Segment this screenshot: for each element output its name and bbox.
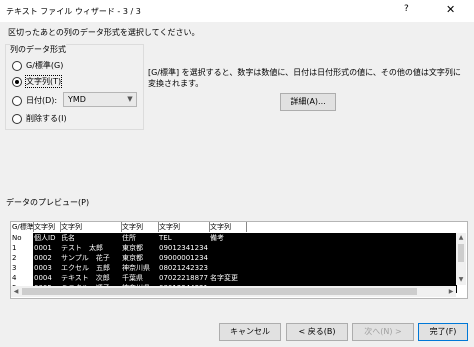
data-preview[interactable]: G/標準 文字列 文字列 文字列 文字列 文字列 No 個人ID 氏名 住所 T… <box>10 221 468 299</box>
title-bar: テキスト ファイル ウィザード - 3 / 3 ? ✕ <box>0 0 474 22</box>
close-button[interactable]: ✕ <box>446 3 455 16</box>
window-title: テキスト ファイル ウィザード - 3 / 3 <box>6 7 141 16</box>
table-cell <box>209 263 270 273</box>
table-cell: TEL <box>158 233 209 243</box>
date-format-select[interactable]: YMD ▼ <box>63 92 137 107</box>
column-header[interactable]: 文字列 <box>209 222 247 232</box>
table-cell: テスト 太郎 <box>60 243 121 253</box>
table-cell <box>209 243 270 253</box>
table-row: 2 0002 サンプル 花子 東京都 09000001234 <box>11 253 457 263</box>
column-header[interactable]: G/標準 <box>11 222 34 232</box>
column-header[interactable]: 文字列 <box>33 222 61 232</box>
scroll-right-icon[interactable]: ▶ <box>446 286 456 297</box>
table-cell: 09000001234 <box>158 253 209 263</box>
column-format-label: 列のデータ形式 <box>10 44 66 55</box>
preview-horizontal-scrollbar[interactable]: ◀ ▶ <box>11 286 456 297</box>
table-row: 3 0003 エクセル 五郎 神奈川県 08021242323 <box>11 263 457 273</box>
date-format-value: YMD <box>68 95 86 104</box>
table-cell: 2 <box>12 254 17 262</box>
vertical-scroll-thumb[interactable] <box>458 244 464 262</box>
preview-label: データのプレビュー(P) <box>6 198 90 207</box>
radio-general-label: G/標準(G) <box>26 61 64 70</box>
column-header[interactable]: 文字列 <box>121 222 159 232</box>
radio-date-indicator[interactable] <box>12 96 22 106</box>
finish-button[interactable]: 完了(F) <box>418 323 468 341</box>
preview-vertical-scrollbar[interactable]: ▲ ▼ <box>456 233 466 285</box>
scroll-up-icon[interactable]: ▲ <box>456 233 466 243</box>
chevron-down-icon[interactable]: ▼ <box>124 93 136 106</box>
table-cell: テキスト 次郎 <box>60 273 121 283</box>
scroll-left-icon[interactable]: ◀ <box>11 286 21 297</box>
table-cell: 氏名 <box>60 233 121 243</box>
column-header[interactable]: 文字列 <box>60 222 122 232</box>
table-cell: 4 <box>12 274 17 282</box>
table-cell: 個人ID <box>33 233 60 243</box>
table-cell: 3 <box>12 264 17 272</box>
table-row: 1 0001 テスト 太郎 東京都 09012341234 <box>11 243 457 253</box>
radio-text-indicator[interactable] <box>12 77 22 87</box>
table-cell: 0001 <box>33 243 60 253</box>
column-format-group: 列のデータ形式 G/標準(G) 文字列(T) 日付(D): 削除する(I) <box>5 44 144 130</box>
table-cell: 0002 <box>33 253 60 263</box>
radio-skip-indicator[interactable] <box>12 114 22 124</box>
scroll-down-icon[interactable]: ▼ <box>456 275 466 285</box>
table-row: 4 0004 テキスト 次郎 千葉県 07022218877 名字変更 <box>11 273 457 283</box>
table-cell: 東京都 <box>121 253 158 263</box>
table-cell: 0003 <box>33 263 60 273</box>
table-cell: 東京都 <box>121 243 158 253</box>
format-description: [G/標準] を選択すると、数字は数値に、日付は日付形式の値に、その他の値は文字… <box>148 68 461 88</box>
table-cell: 住所 <box>121 233 158 243</box>
table-cell: エクセル 五郎 <box>60 263 121 273</box>
radio-date-label: 日付(D): <box>26 96 58 105</box>
back-button[interactable]: < 戻る(B) <box>286 323 348 341</box>
cancel-button[interactable]: キャンセル <box>219 323 281 341</box>
table-cell: 名字変更 <box>209 273 270 283</box>
radio-skip-label: 削除する(I) <box>26 114 67 123</box>
table-cell: 08021242323 <box>158 263 209 273</box>
next-button[interactable]: 次へ(N) > <box>352 323 414 341</box>
table-cell: 07022218877 <box>158 273 209 283</box>
preview-column-headers: G/標準 文字列 文字列 文字列 文字列 文字列 <box>11 222 456 232</box>
text-import-wizard-window: テキスト ファイル ウィザード - 3 / 3 ? ✕ 区切ったあとの列のデータ… <box>0 0 474 347</box>
table-cell: 1 <box>12 244 17 252</box>
table-cell: 神奈川県 <box>121 263 158 273</box>
instruction-text: 区切ったあとの列のデータ形式を選択してください。 <box>8 28 200 37</box>
table-row: No 個人ID 氏名 住所 TEL 備考 <box>11 233 457 243</box>
radio-text-label: 文字列(T) <box>24 75 63 88</box>
radio-general-indicator[interactable] <box>12 61 22 71</box>
help-button[interactable]: ? <box>404 4 409 14</box>
table-cell: 09012341234 <box>158 243 209 253</box>
table-cell: 備考 <box>209 233 270 243</box>
column-header[interactable]: 文字列 <box>158 222 210 232</box>
table-cell: 0004 <box>33 273 60 283</box>
table-cell: 千葉県 <box>121 273 158 283</box>
horizontal-scroll-thumb[interactable] <box>22 288 417 295</box>
advanced-button[interactable]: 詳細(A)... <box>280 93 336 111</box>
table-cell <box>209 253 270 263</box>
table-cell: サンプル 花子 <box>60 253 121 263</box>
table-cell: No <box>12 234 22 242</box>
